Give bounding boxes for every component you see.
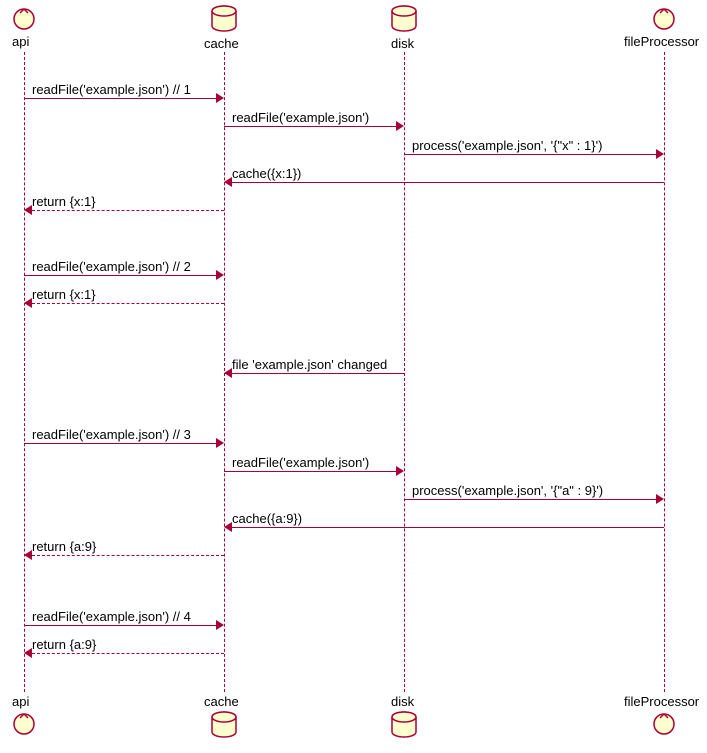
msg-arrow: [24, 98, 216, 99]
arrowhead-left-icon: [224, 177, 232, 187]
arrowhead-right-icon: [656, 494, 664, 504]
arrowhead-right-icon: [396, 121, 404, 131]
msg-label: readFile('example.json') // 3: [32, 427, 191, 442]
arrowhead-right-icon: [216, 438, 224, 448]
control-icon: [12, 712, 36, 739]
control-icon: [652, 7, 676, 34]
msg-label: return {a:9}: [32, 637, 96, 652]
msg-arrow: [32, 555, 224, 556]
msg-label: readFile('example.json'): [232, 455, 369, 470]
arrowhead-right-icon: [656, 149, 664, 159]
lifeline-disk: [404, 52, 405, 692]
arrowhead-right-icon: [216, 270, 224, 280]
msg-arrow: [404, 499, 656, 500]
msg-label: readFile('example.json') // 1: [32, 82, 191, 97]
msg-label: return {x:1}: [32, 194, 96, 209]
arrowhead-right-icon: [396, 466, 404, 476]
participant-api-bottom: api: [12, 694, 29, 709]
msg-arrow: [32, 210, 224, 211]
msg-label: readFile('example.json'): [232, 110, 369, 125]
arrowhead-right-icon: [216, 93, 224, 103]
msg-arrow: [24, 275, 216, 276]
lifeline-api: [24, 52, 25, 692]
arrowhead-left-icon: [224, 522, 232, 532]
msg-label: readFile('example.json') // 4: [32, 609, 191, 624]
msg-label: process('example.json', '{"x" : 1}'): [412, 138, 602, 153]
control-icon: [652, 712, 676, 739]
msg-arrow: [24, 625, 216, 626]
arrowhead-left-icon: [24, 298, 32, 308]
arrowhead-left-icon: [224, 368, 232, 378]
msg-label: return {x:1}: [32, 287, 96, 302]
sequence-diagram: api cache disk fileProcessor readFile('e…: [4, 4, 704, 749]
lifeline-fileprocessor: [664, 52, 665, 692]
participant-fileprocessor-top: fileProcessor: [624, 34, 699, 49]
participant-api-top: api: [12, 34, 29, 49]
msg-arrow: [232, 373, 404, 374]
msg-label: cache({a:9}): [232, 511, 302, 526]
msg-label: file 'example.json' changed: [232, 357, 387, 372]
arrowhead-right-icon: [216, 620, 224, 630]
control-icon: [12, 7, 36, 34]
database-icon: [389, 4, 419, 37]
database-icon: [389, 710, 419, 743]
msg-label: readFile('example.json') // 2: [32, 259, 191, 274]
arrowhead-left-icon: [24, 205, 32, 215]
arrowhead-left-icon: [24, 550, 32, 560]
participant-cache-top: cache: [204, 36, 239, 51]
msg-label: process('example.json', '{"a" : 9}'): [412, 483, 603, 498]
database-icon: [209, 4, 239, 37]
msg-arrow: [24, 443, 216, 444]
participant-cache-bottom: cache: [204, 694, 239, 709]
msg-label: return {a:9}: [32, 539, 96, 554]
msg-arrow: [32, 303, 224, 304]
participant-disk-bottom: disk: [391, 694, 414, 709]
arrowhead-left-icon: [24, 648, 32, 658]
participant-fileprocessor-bottom: fileProcessor: [624, 694, 699, 709]
msg-arrow: [32, 653, 224, 654]
msg-label: cache({x:1}): [232, 166, 301, 181]
msg-arrow: [404, 154, 656, 155]
msg-arrow: [232, 527, 664, 528]
msg-arrow: [224, 471, 396, 472]
database-icon: [209, 710, 239, 743]
participant-disk-top: disk: [391, 36, 414, 51]
msg-arrow: [224, 126, 396, 127]
msg-arrow: [232, 182, 664, 183]
